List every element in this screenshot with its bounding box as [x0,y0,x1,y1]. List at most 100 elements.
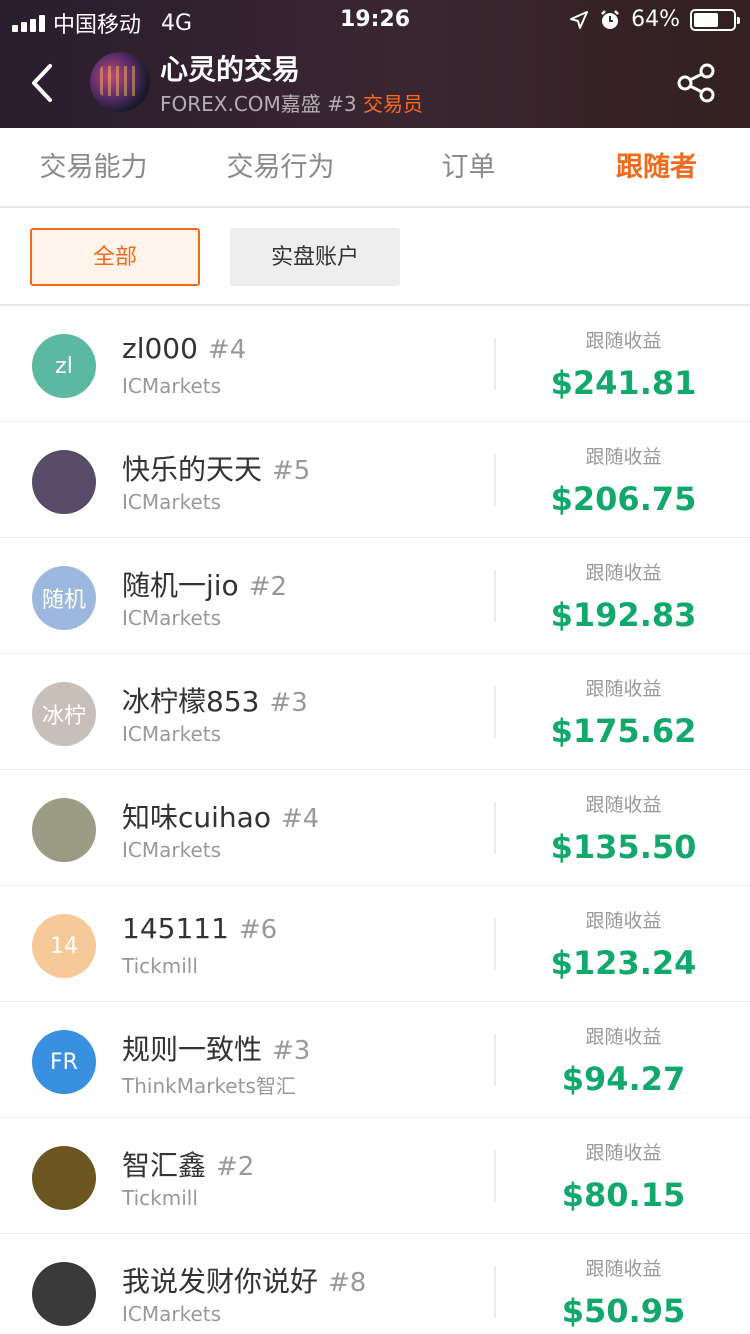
follower-avatar[interactable] [32,1262,96,1326]
tab-trading-behavior[interactable]: 交易行为 [187,128,374,208]
follower-broker: ICMarkets [122,722,222,746]
follower-avatar[interactable]: 冰柠 [32,682,96,746]
header: 中国移动 4G 19:26 64% 心灵的交易 FOREX.COM嘉盛 #3 交… [0,0,750,128]
profit-label: 跟随收益 [585,1258,662,1280]
follower-name-line: 知味cuihao #4 [122,796,319,836]
follower-name-line: 冰柠檬853 #3 [122,680,308,720]
follower-name-line: 规则一致性 #3 [122,1028,310,1068]
profit-label: 跟随收益 [585,330,662,352]
follower-broker: Tickmill [122,1186,198,1210]
status-right: 64% [569,7,740,32]
follower-rank: #3 [269,688,308,718]
avatar-text: FR [50,1049,78,1075]
follower-avatar[interactable] [32,1146,96,1210]
trader-role: 交易员 [363,92,424,116]
follower-name-line: 145111 #6 [122,912,277,945]
follower-name-line: zl000 #4 [122,332,246,365]
follower-name-line: 快乐的天天 #5 [122,448,310,488]
back-button[interactable] [22,58,62,108]
row-divider [494,570,496,622]
tab-followers[interactable]: 跟随者 [563,128,750,208]
row-divider [494,338,496,390]
tab-bar: 交易能力 交易行为 订单 跟随者 [0,128,750,208]
follower-name: zl000 [122,332,198,365]
follower-avatar[interactable]: 随机 [32,566,96,630]
trader-avatar[interactable] [90,52,150,112]
row-divider [494,1034,496,1086]
follower-row[interactable]: 随机 随机一jio #2 ICMarkets 跟随收益 $192.83 [0,538,750,654]
trader-broker: FOREX.COM嘉盛 [160,92,321,116]
follower-name: 冰柠檬853 [122,685,260,718]
follower-profit: $94.27 [561,1060,686,1098]
follower-avatar[interactable] [32,450,96,514]
follower-row[interactable]: 智汇鑫 #2 Tickmill 跟随收益 $80.15 [0,1118,750,1234]
follower-profit: $50.95 [561,1292,686,1330]
profit-label: 跟随收益 [585,562,662,584]
follower-profit: $192.83 [550,596,697,634]
follower-row[interactable]: 快乐的天天 #5 ICMarkets 跟随收益 $206.75 [0,422,750,538]
profit-label: 跟随收益 [585,910,662,932]
profit-label: 跟随收益 [585,1026,662,1048]
follower-name: 我说发财你说好 [122,1265,319,1298]
follower-broker: ICMarkets [122,374,222,398]
follower-broker: ICMarkets [122,1302,222,1326]
row-divider [494,802,496,854]
battery-icon [690,8,740,31]
follower-name: 145111 [122,912,229,945]
follower-row[interactable]: 冰柠 冰柠檬853 #3 ICMarkets 跟随收益 $175.62 [0,654,750,770]
page-title: 心灵的交易 [160,53,301,86]
follower-row[interactable]: 我说发财你说好 #8 ICMarkets 跟随收益 $50.95 [0,1234,750,1334]
trader-rank: #3 [327,92,357,116]
follower-broker: ICMarkets [122,606,222,630]
row-divider [494,686,496,738]
follower-profit: $123.24 [550,944,697,982]
avatar-text: 14 [50,933,78,959]
alarm-clock-icon [601,9,619,29]
profit-label: 跟随收益 [585,794,662,816]
follower-row[interactable]: FR 规则一致性 #3 ThinkMarkets智汇 跟随收益 $94.27 [0,1002,750,1118]
follower-row[interactable]: 14 145111 #6 Tickmill 跟随收益 $123.24 [0,886,750,1002]
battery-percent: 64% [631,7,680,32]
follower-profit: $206.75 [550,480,697,518]
tab-trading-ability[interactable]: 交易能力 [0,128,187,208]
follower-profit: $80.15 [561,1176,686,1214]
follower-rank: #5 [272,456,311,486]
filter-live-account-button[interactable]: 实盘账户 [230,228,400,286]
battery-fill [694,12,719,27]
status-bar: 中国移动 4G 19:26 64% [0,0,750,40]
follower-rank: #4 [207,335,247,365]
filter-bar: 全部 实盘账户 [0,208,750,306]
share-icon[interactable] [676,62,718,104]
follower-name: 规则一致性 [122,1033,263,1066]
row-divider [494,1150,496,1202]
avatar-text: zl [55,353,73,379]
profit-label: 跟随收益 [585,678,662,700]
follower-row[interactable]: zl zl000 #4 ICMarkets 跟随收益 $241.81 [0,306,750,422]
follower-rank: #6 [238,915,278,945]
follower-profit: $175.62 [550,712,697,750]
follower-avatar[interactable] [32,798,96,862]
follower-name: 随机一jio [122,569,239,602]
follower-broker: ThinkMarkets智汇 [122,1074,296,1098]
row-divider [494,918,496,970]
tab-orders[interactable]: 订单 [375,128,562,208]
trader-subtitle: FOREX.COM嘉盛 #3 交易员 [160,88,423,117]
follower-name-line: 智汇鑫 #2 [122,1144,254,1184]
filter-all-button[interactable]: 全部 [30,228,200,286]
avatar-text: 随机 [41,588,86,613]
follower-name: 知味cuihao [122,801,271,834]
avatar-text: 冰柠 [41,704,86,729]
follower-row[interactable]: 知味cuihao #4 ICMarkets 跟随收益 $135.50 [0,770,750,886]
follower-name: 快乐的天天 [122,453,263,486]
profit-label: 跟随收益 [585,1142,662,1164]
profit-label: 跟随收益 [585,446,662,468]
follower-name-line: 我说发财你说好 #8 [122,1260,366,1300]
follower-avatar[interactable]: FR [32,1030,96,1094]
follower-rank: #8 [328,1268,367,1298]
follower-avatar[interactable]: 14 [32,914,96,978]
follower-rank: #2 [216,1152,255,1182]
follower-avatar[interactable]: zl [32,334,96,398]
follower-name: 智汇鑫 [122,1149,207,1182]
follower-broker: ICMarkets [122,838,222,862]
follower-rank: #4 [280,804,320,834]
